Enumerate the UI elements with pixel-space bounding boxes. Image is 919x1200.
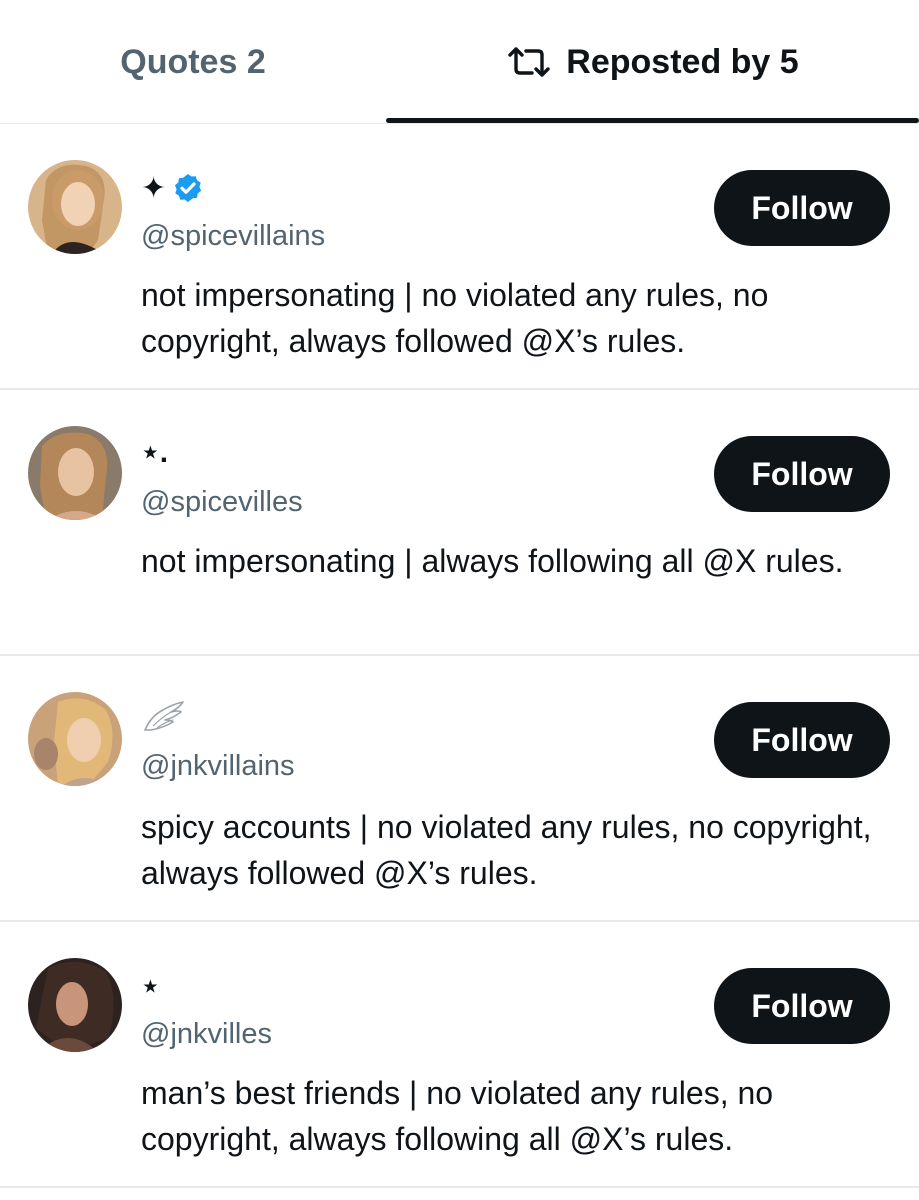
verified-badge-icon <box>175 174 202 202</box>
repost-icon <box>508 47 550 77</box>
tab-reposted-by[interactable]: Reposted by 5 <box>386 0 919 124</box>
display-name-text: ⋆ <box>141 969 160 1003</box>
user-row[interactable]: ✦ @spicevillains not impersonating | no … <box>0 124 919 390</box>
display-name[interactable]: ⋆ <box>141 966 160 1006</box>
display-name[interactable] <box>141 696 185 736</box>
tab-bar: Quotes 2 Reposted by 5 <box>0 0 919 124</box>
follow-button[interactable]: Follow <box>714 170 890 246</box>
avatar[interactable] <box>28 958 122 1052</box>
display-name[interactable]: ⋆. <box>141 432 168 472</box>
user-bio: not impersonating | always following all… <box>141 543 844 579</box>
display-name[interactable]: ✦ <box>141 168 204 208</box>
user-handle[interactable]: @jnkvillains <box>141 750 295 783</box>
user-bio: man’s best friends | no violated any rul… <box>141 1075 774 1157</box>
user-row[interactable]: ⋆ @jnkvilles man’s best friends | no vio… <box>0 922 919 1188</box>
follow-button[interactable]: Follow <box>714 968 890 1044</box>
avatar[interactable] <box>28 692 122 786</box>
user-handle[interactable]: @jnkvilles <box>141 1018 272 1051</box>
user-handle[interactable]: @spicevillains <box>141 220 325 253</box>
user-handle[interactable]: @spicevilles <box>141 486 303 519</box>
active-tab-indicator <box>386 118 919 123</box>
user-bio: spicy accounts | no violated any rules, … <box>141 809 872 891</box>
user-bio: not impersonating | no violated any rule… <box>141 277 769 359</box>
tab-reposted-label: Reposted by 5 <box>566 42 799 81</box>
tab-quotes[interactable]: Quotes 2 <box>0 0 386 124</box>
user-row[interactable]: @jnkvillains spicy accounts | no violate… <box>0 656 919 922</box>
tab-quotes-label: Quotes 2 <box>120 42 266 81</box>
display-name-text: ✦ <box>141 171 167 205</box>
wings-icon <box>144 701 184 731</box>
avatar[interactable] <box>28 426 122 520</box>
display-name-text: ⋆. <box>141 435 169 469</box>
avatar[interactable] <box>28 160 122 254</box>
user-row[interactable]: ⋆. @spicevilles not impersonating | alwa… <box>0 390 919 656</box>
follow-button[interactable]: Follow <box>714 702 890 778</box>
follow-button[interactable]: Follow <box>714 436 890 512</box>
